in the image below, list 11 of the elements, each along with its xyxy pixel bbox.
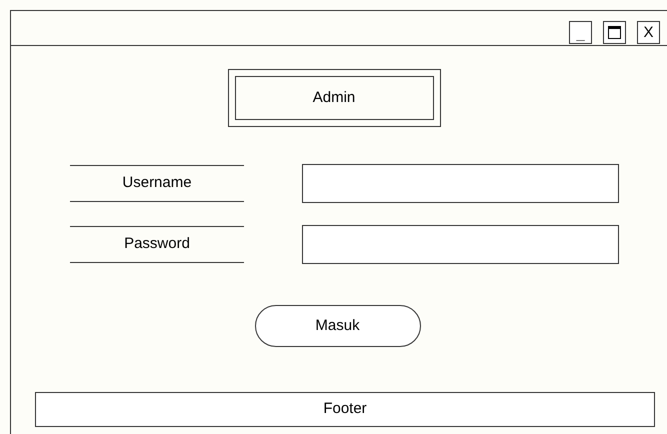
input-field[interactable] [302,164,619,203]
minimize-button[interactable]: _ [569,21,592,44]
close-button[interactable]: X [637,21,660,44]
maximize-icon [608,26,621,39]
field-label: Username [70,165,244,202]
maximize-button[interactable] [603,21,626,44]
submit-button[interactable]: Masuk [254,305,420,347]
field-label: Password [70,226,244,263]
input-field[interactable] [302,225,619,264]
footer: Footer [35,392,655,427]
header-title: Admin [234,76,434,120]
